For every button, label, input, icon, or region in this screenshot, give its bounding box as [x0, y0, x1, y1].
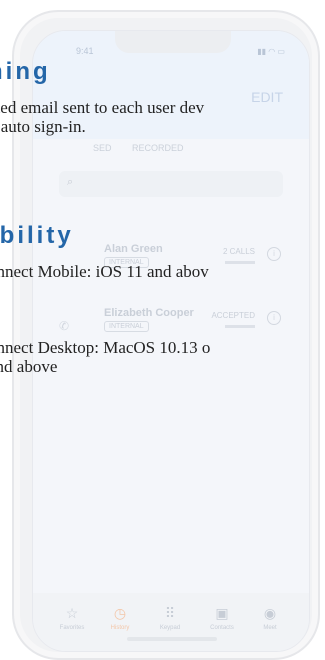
contact-name: Alan Green	[104, 243, 163, 255]
search-input[interactable]: ⌕	[59, 171, 283, 197]
internal-badge: INTERNAL	[104, 321, 149, 332]
call-status: ACCEPTED	[211, 311, 255, 320]
keypad-icon: ⠿	[164, 605, 176, 621]
phone-frame: 9:41 ▮▮ ◠ ▭ EDIT SED RECORDED ⌕ Alan Gre…	[12, 10, 320, 660]
phone-screen: 9:41 ▮▮ ◠ ▭ EDIT SED RECORDED ⌕ Alan Gre…	[32, 30, 310, 652]
tab-keypad[interactable]: ⠿ Keypad	[145, 605, 195, 631]
call-sub-line	[225, 261, 255, 264]
status-icons: ▮▮ ◠ ▭	[257, 47, 285, 56]
tab-favorites[interactable]: ☆ Favorites	[47, 605, 97, 631]
call-sub-line	[225, 325, 255, 328]
contact-name: Elizabeth Cooper	[104, 307, 194, 319]
video-icon: ◉	[263, 605, 277, 621]
tab-history[interactable]: ◷ History	[95, 605, 145, 631]
status-time: 9:41	[76, 46, 94, 56]
contacts-icon: ▣	[215, 605, 229, 621]
home-indicator	[127, 637, 217, 641]
clock-icon: ◷	[113, 605, 127, 621]
tab-recorded[interactable]: RECORDED	[132, 143, 184, 153]
call-status: 2 CALLS	[222, 247, 255, 256]
call-row[interactable]: Alan Green INTERNAL 2 CALLS i	[59, 243, 289, 277]
tab-missed[interactable]: SED	[93, 143, 112, 153]
filter-tabs: SED RECORDED	[93, 143, 202, 153]
tab-contacts[interactable]: ▣ Contacts	[197, 605, 247, 631]
edit-button[interactable]: EDIT	[251, 89, 283, 105]
bottom-tab-bar: ☆ Favorites ◷ History ⠿ Keypad ▣ Contact…	[33, 593, 309, 651]
phone-notch	[115, 31, 231, 53]
info-icon[interactable]: i	[267, 247, 281, 261]
call-row[interactable]: ✆ Elizabeth Cooper INTERNAL ACCEPTED i	[59, 307, 289, 341]
info-icon[interactable]: i	[267, 311, 281, 325]
phone-icon: ✆	[59, 319, 70, 333]
search-icon: ⌕	[67, 176, 74, 188]
tab-meet[interactable]: ◉ Meet	[245, 605, 295, 631]
star-icon: ☆	[65, 605, 79, 621]
internal-badge: INTERNAL	[104, 257, 149, 268]
